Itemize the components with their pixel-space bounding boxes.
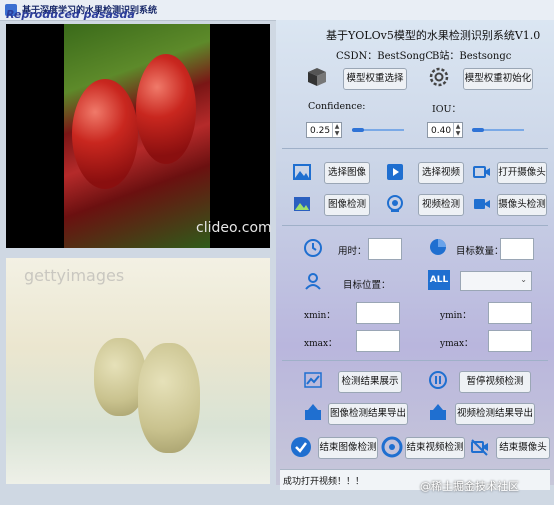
select-image-button[interactable]: 选择图像 bbox=[324, 162, 370, 184]
stop-video-icon bbox=[381, 436, 403, 458]
export-video-results-button[interactable]: 视频检测结果导出 bbox=[455, 403, 535, 425]
export-icon bbox=[305, 404, 321, 420]
image-detect-button[interactable]: 图像检测 bbox=[324, 194, 370, 216]
time-field bbox=[368, 238, 402, 260]
xmin-label: xmin： bbox=[304, 311, 336, 321]
image-display: gettyimages bbox=[6, 258, 270, 484]
spin-arrows-icon[interactable]: ▲ ▼ bbox=[332, 123, 341, 137]
divider bbox=[282, 360, 548, 361]
chevron-down-icon[interactable]: ⌄ bbox=[520, 275, 527, 284]
open-camera-button[interactable]: 打开摄像头 bbox=[497, 162, 547, 184]
check-circle-icon bbox=[291, 437, 311, 457]
show-results-button[interactable]: 检测结果展示 bbox=[338, 371, 402, 393]
ymin-field bbox=[488, 302, 532, 324]
select-weights-button[interactable]: 模型权重选择 bbox=[343, 68, 407, 90]
apple-shape bbox=[72, 79, 138, 189]
camera-icon bbox=[473, 166, 490, 178]
end-camera-button[interactable]: 结束摄像头 bbox=[496, 437, 550, 459]
select-video-button[interactable]: 选择视频 bbox=[418, 162, 464, 184]
csdn-label: CSDN：BestSongC bbox=[336, 51, 434, 62]
apple-video-frame bbox=[64, 24, 210, 248]
location-icon bbox=[305, 273, 321, 290]
bilibili-label: B站：Bestsongc bbox=[432, 51, 512, 62]
confidence-slider[interactable] bbox=[352, 128, 404, 132]
confidence-value: 0.25 bbox=[310, 126, 331, 136]
init-weights-button[interactable]: 模型权重初始化 bbox=[463, 68, 533, 90]
pause-video-button[interactable]: 暂停视频检测 bbox=[459, 371, 531, 393]
confidence-label: Confidence: bbox=[308, 101, 366, 112]
watermark-text: Reproduced pasasda bbox=[6, 8, 135, 21]
image-detect-icon bbox=[294, 197, 310, 211]
settings-icon bbox=[429, 67, 449, 87]
position-label: 目标位置： bbox=[343, 280, 391, 291]
video-detect-button[interactable]: 视频检测 bbox=[418, 194, 464, 216]
all-icon: ALL bbox=[428, 270, 450, 290]
cube-icon bbox=[308, 68, 326, 86]
count-label: 目标数量： bbox=[456, 246, 504, 257]
ymax-label: ymax： bbox=[440, 339, 474, 349]
durian-shape bbox=[138, 343, 200, 453]
camera-detect-button[interactable]: 摄像头检测 bbox=[497, 194, 547, 216]
iou-label: IOU： bbox=[432, 104, 462, 115]
xmin-field bbox=[356, 302, 400, 324]
divider bbox=[282, 148, 548, 149]
count-field bbox=[500, 238, 534, 260]
camera-off-icon bbox=[471, 439, 488, 456]
spin-arrows-icon[interactable]: ▲ ▼ bbox=[453, 123, 462, 137]
iou-spinbox[interactable]: 0.40 ▲ ▼ bbox=[427, 122, 463, 138]
pause-icon bbox=[429, 371, 447, 389]
image-watermark: gettyimages bbox=[24, 266, 125, 285]
camera-detect-icon bbox=[474, 199, 490, 209]
end-image-detect-button[interactable]: 结束图像检测 bbox=[318, 437, 378, 459]
ymin-label: ymin： bbox=[440, 311, 472, 321]
pie-chart-icon bbox=[430, 239, 446, 255]
export-image-results-button[interactable]: 图像检测结果导出 bbox=[328, 403, 408, 425]
clock-icon bbox=[304, 239, 322, 257]
end-video-detect-button[interactable]: 结束视频检测 bbox=[405, 437, 465, 459]
video-file-icon bbox=[387, 164, 403, 180]
image-icon bbox=[293, 164, 311, 180]
ymax-field bbox=[488, 330, 532, 352]
xmax-field bbox=[356, 330, 400, 352]
brand-watermark: @稀土掘金技术社区 bbox=[420, 480, 519, 493]
iou-slider[interactable] bbox=[472, 128, 524, 132]
export-icon bbox=[430, 404, 446, 420]
app-header-title: 基于YOLOv5模型的水果检测识别系统V1.0 bbox=[326, 29, 541, 42]
object-select-dropdown[interactable]: ⌄ bbox=[460, 271, 532, 291]
time-label: 用时： bbox=[338, 246, 367, 257]
status-message: 成功打开视频！！！ bbox=[283, 477, 365, 487]
confidence-spinbox[interactable]: 0.25 ▲ ▼ bbox=[306, 122, 342, 138]
video-watermark: clideo.com bbox=[196, 220, 272, 236]
apple-shape bbox=[136, 54, 196, 164]
divider bbox=[282, 225, 548, 226]
iou-value: 0.40 bbox=[431, 126, 452, 136]
webcam-icon bbox=[387, 195, 403, 212]
xmax-label: xmax： bbox=[304, 339, 338, 349]
line-chart-icon bbox=[304, 372, 322, 388]
